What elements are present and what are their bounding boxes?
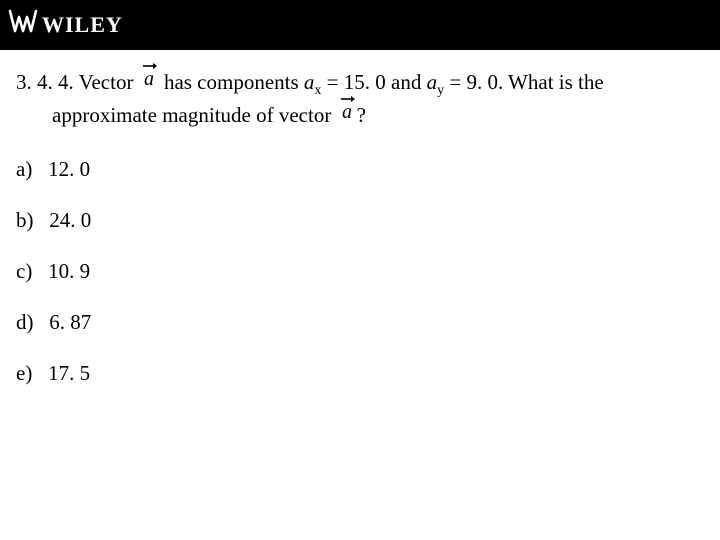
option-text: 17. 5 [48, 361, 90, 385]
option-d: d) 6. 87 [16, 310, 704, 335]
option-text: 12. 0 [48, 157, 90, 181]
question-line2-text: approximate magnitude of vector [52, 103, 331, 127]
option-label: b) [16, 208, 34, 232]
vector-a-icon: a [339, 102, 355, 122]
vector-glyph: a [144, 68, 154, 89]
ay-var: a [427, 70, 438, 94]
option-a: a) 12. 0 [16, 157, 704, 182]
question-text-part2: has components [164, 70, 299, 94]
options-list: a) 12. 0 b) 24. 0 c) 10. 9 d) 6. 87 e) 1… [16, 157, 704, 386]
brand-logo: WILEY [8, 7, 123, 43]
option-label: d) [16, 310, 34, 334]
question-line-1: 3. 4. 4. Vector a has components ax = 15… [16, 68, 704, 101]
option-c: c) 10. 9 [16, 259, 704, 284]
option-text: 10. 9 [48, 259, 90, 283]
option-text: 24. 0 [49, 208, 91, 232]
option-text: 6. 87 [49, 310, 91, 334]
and-text: and [386, 70, 427, 94]
question-line-2: approximate magnitude of vector a ? [16, 101, 704, 129]
question-number: 3. 4. 4. [16, 70, 74, 94]
eq2: = [444, 70, 466, 94]
ax-value: 15. 0 [344, 70, 386, 94]
option-label: a) [16, 157, 32, 181]
question-text-part1: Vector [79, 70, 134, 94]
brand-logo-text: WILEY [42, 12, 123, 38]
option-label: e) [16, 361, 32, 385]
option-e: e) 17. 5 [16, 361, 704, 386]
slide-content: 3. 4. 4. Vector a has components ax = 15… [0, 50, 720, 386]
svg-text:a: a [342, 101, 352, 122]
header-bar: WILEY [0, 0, 720, 50]
ay-value: 9. 0 [466, 70, 498, 94]
brand-logo-mark [8, 7, 38, 43]
option-b: b) 24. 0 [16, 208, 704, 233]
question-mark: ? [357, 103, 366, 127]
question-text: 3. 4. 4. Vector a has components ax = 15… [16, 68, 704, 129]
eq1: = [321, 70, 343, 94]
ax-var: a [304, 70, 315, 94]
question-tail1: . What is the [498, 70, 604, 94]
vector-a-icon: a [141, 69, 157, 89]
option-label: c) [16, 259, 32, 283]
